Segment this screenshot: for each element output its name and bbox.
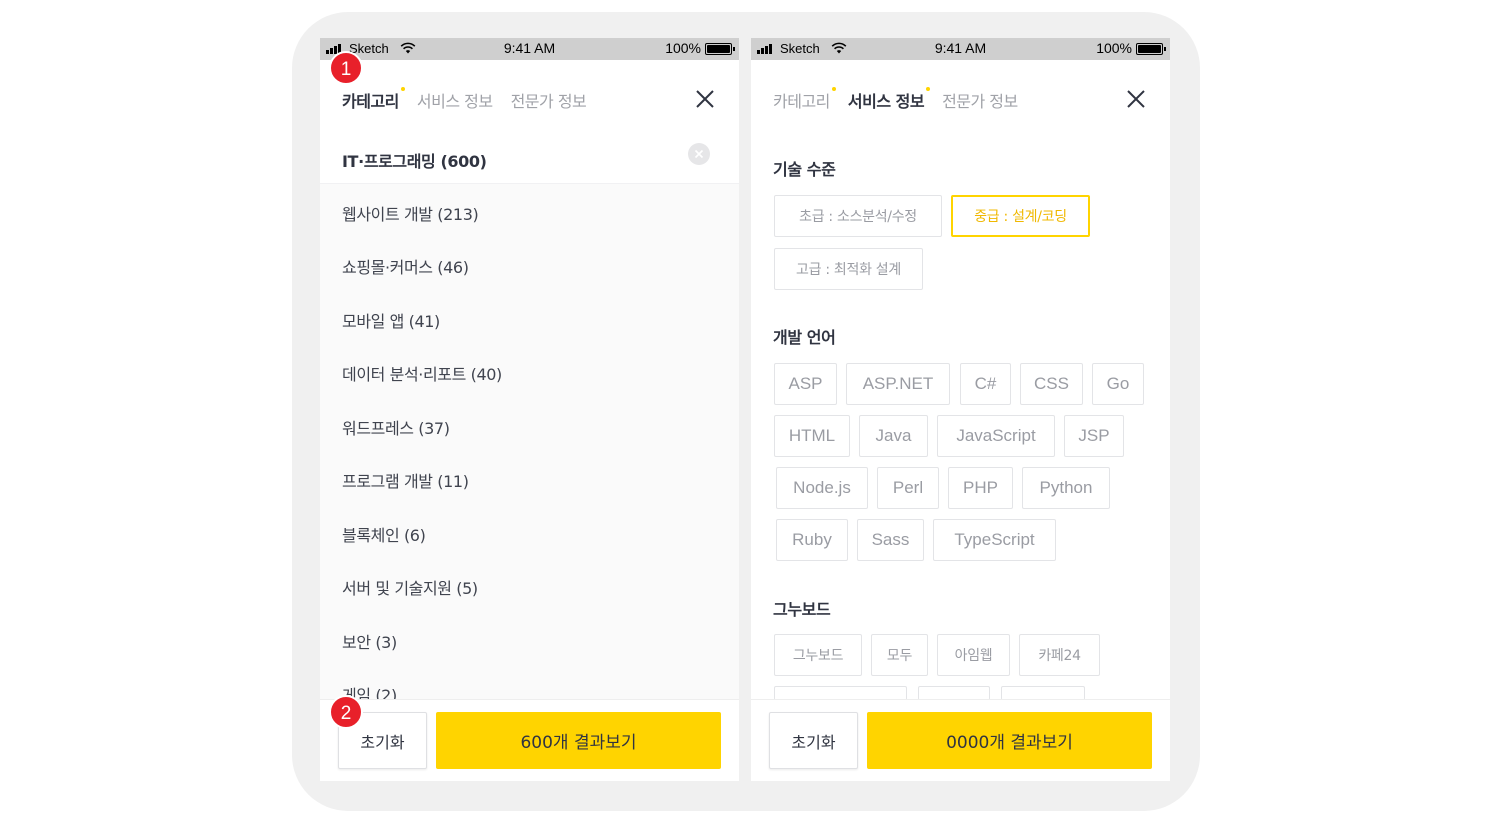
- bottom-action-bar: 초기화 600개 결과보기: [320, 699, 739, 781]
- language-chip[interactable]: TypeScript: [933, 519, 1056, 561]
- list-item[interactable]: 모바일 앱 (41): [342, 308, 440, 332]
- battery-icon: [1136, 43, 1166, 55]
- language-chip[interactable]: ASP: [774, 363, 837, 405]
- list-item[interactable]: 보안 (3): [342, 629, 397, 653]
- tab-service-info[interactable]: 서비스 정보: [417, 88, 493, 112]
- annotation-badge-1: 1: [329, 51, 363, 85]
- selected-category-label: IT·프로그래밍 (600): [342, 152, 487, 171]
- list-item[interactable]: 쇼핑몰·커머스 (46): [342, 254, 469, 278]
- board-title: 그누보드: [773, 600, 831, 619]
- language-chip[interactable]: ASP.NET: [846, 363, 950, 405]
- list-item[interactable]: 워드프레스 (37): [342, 415, 450, 439]
- bottom-action-bar: 초기화 0000개 결과보기: [751, 699, 1170, 781]
- language-chip[interactable]: PHP: [948, 467, 1013, 509]
- tab-category[interactable]: 카테고리: [773, 87, 836, 112]
- annotation-badge-2: 2: [329, 695, 363, 729]
- service-info-screen: Sketch 9:41 AM 100% 카테고리 서비스 정보 전문가 정보 기…: [751, 38, 1170, 781]
- tab-category[interactable]: 카테고리: [342, 87, 405, 112]
- language-chip[interactable]: Node.js: [776, 467, 868, 509]
- close-icon[interactable]: [695, 89, 715, 109]
- show-results-button[interactable]: 0000개 결과보기: [867, 712, 1152, 769]
- list-item[interactable]: 웹사이트 개발 (213): [342, 201, 479, 225]
- tab-service-info[interactable]: 서비스 정보: [848, 87, 931, 112]
- tab-expert-info[interactable]: 전문가 정보: [511, 88, 587, 112]
- language-chip[interactable]: Ruby: [776, 519, 848, 561]
- skill-chip[interactable]: 고급 : 최적화 설계: [774, 248, 923, 290]
- language-chip[interactable]: Sass: [857, 519, 924, 561]
- language-chip[interactable]: Perl: [877, 467, 939, 509]
- language-chip[interactable]: CSS: [1020, 363, 1083, 405]
- status-bar: Sketch 9:41 AM 100%: [751, 38, 1170, 60]
- list-item[interactable]: 프로그램 개발 (11): [342, 468, 469, 492]
- list-item[interactable]: 블록체인 (6): [342, 522, 426, 546]
- show-results-button[interactable]: 600개 결과보기: [436, 712, 721, 769]
- skill-chip-selected[interactable]: 중급 : 설계/코딩: [951, 195, 1090, 237]
- close-icon[interactable]: [1126, 89, 1146, 109]
- language-chip[interactable]: C#: [960, 363, 1011, 405]
- board-chip-partial[interactable]: [1001, 686, 1085, 700]
- battery-percent: 100%: [1096, 40, 1132, 56]
- language-chip[interactable]: HTML: [774, 415, 850, 457]
- board-chip-partial[interactable]: [918, 686, 990, 700]
- skill-chip[interactable]: 초급 : 소스분석/수정: [774, 195, 942, 237]
- skill-level-title: 기술 수준: [773, 160, 836, 179]
- status-bar: Sketch 9:41 AM 100%: [320, 38, 739, 60]
- reset-button[interactable]: 초기화: [769, 712, 858, 769]
- clear-icon[interactable]: [688, 143, 710, 165]
- category-screen: Sketch 9:41 AM 100% 카테고리 서비스 정보 전문가 정보 I…: [320, 38, 739, 781]
- selected-category-row[interactable]: IT·프로그래밍 (600): [320, 134, 739, 184]
- language-chip[interactable]: Go: [1092, 363, 1144, 405]
- filter-tabs: 카테고리 서비스 정보 전문가 정보: [342, 87, 604, 112]
- language-chip[interactable]: Java: [859, 415, 928, 457]
- battery-percent: 100%: [665, 40, 701, 56]
- board-chip[interactable]: 모두: [871, 634, 928, 676]
- board-chip[interactable]: 아임웹: [937, 634, 1010, 676]
- language-chip[interactable]: Python: [1022, 467, 1110, 509]
- tab-expert-info[interactable]: 전문가 정보: [942, 88, 1018, 112]
- language-title: 개발 언어: [773, 328, 836, 347]
- board-chip-partial[interactable]: [774, 686, 907, 700]
- filter-tabs: 카테고리 서비스 정보 전문가 정보: [773, 87, 1036, 112]
- subcategory-list: 웹사이트 개발 (213) 쇼핑몰·커머스 (46) 모바일 앱 (41) 데이…: [320, 184, 739, 705]
- list-item[interactable]: 데이터 분석·리포트 (40): [342, 361, 502, 385]
- list-item[interactable]: 서버 및 기술지원 (5): [342, 575, 478, 599]
- board-chip[interactable]: 그누보드: [774, 634, 862, 676]
- board-chip[interactable]: 카페24: [1019, 634, 1100, 676]
- language-chip[interactable]: JSP: [1064, 415, 1124, 457]
- battery-icon: [705, 43, 735, 55]
- language-chip[interactable]: JavaScript: [937, 415, 1055, 457]
